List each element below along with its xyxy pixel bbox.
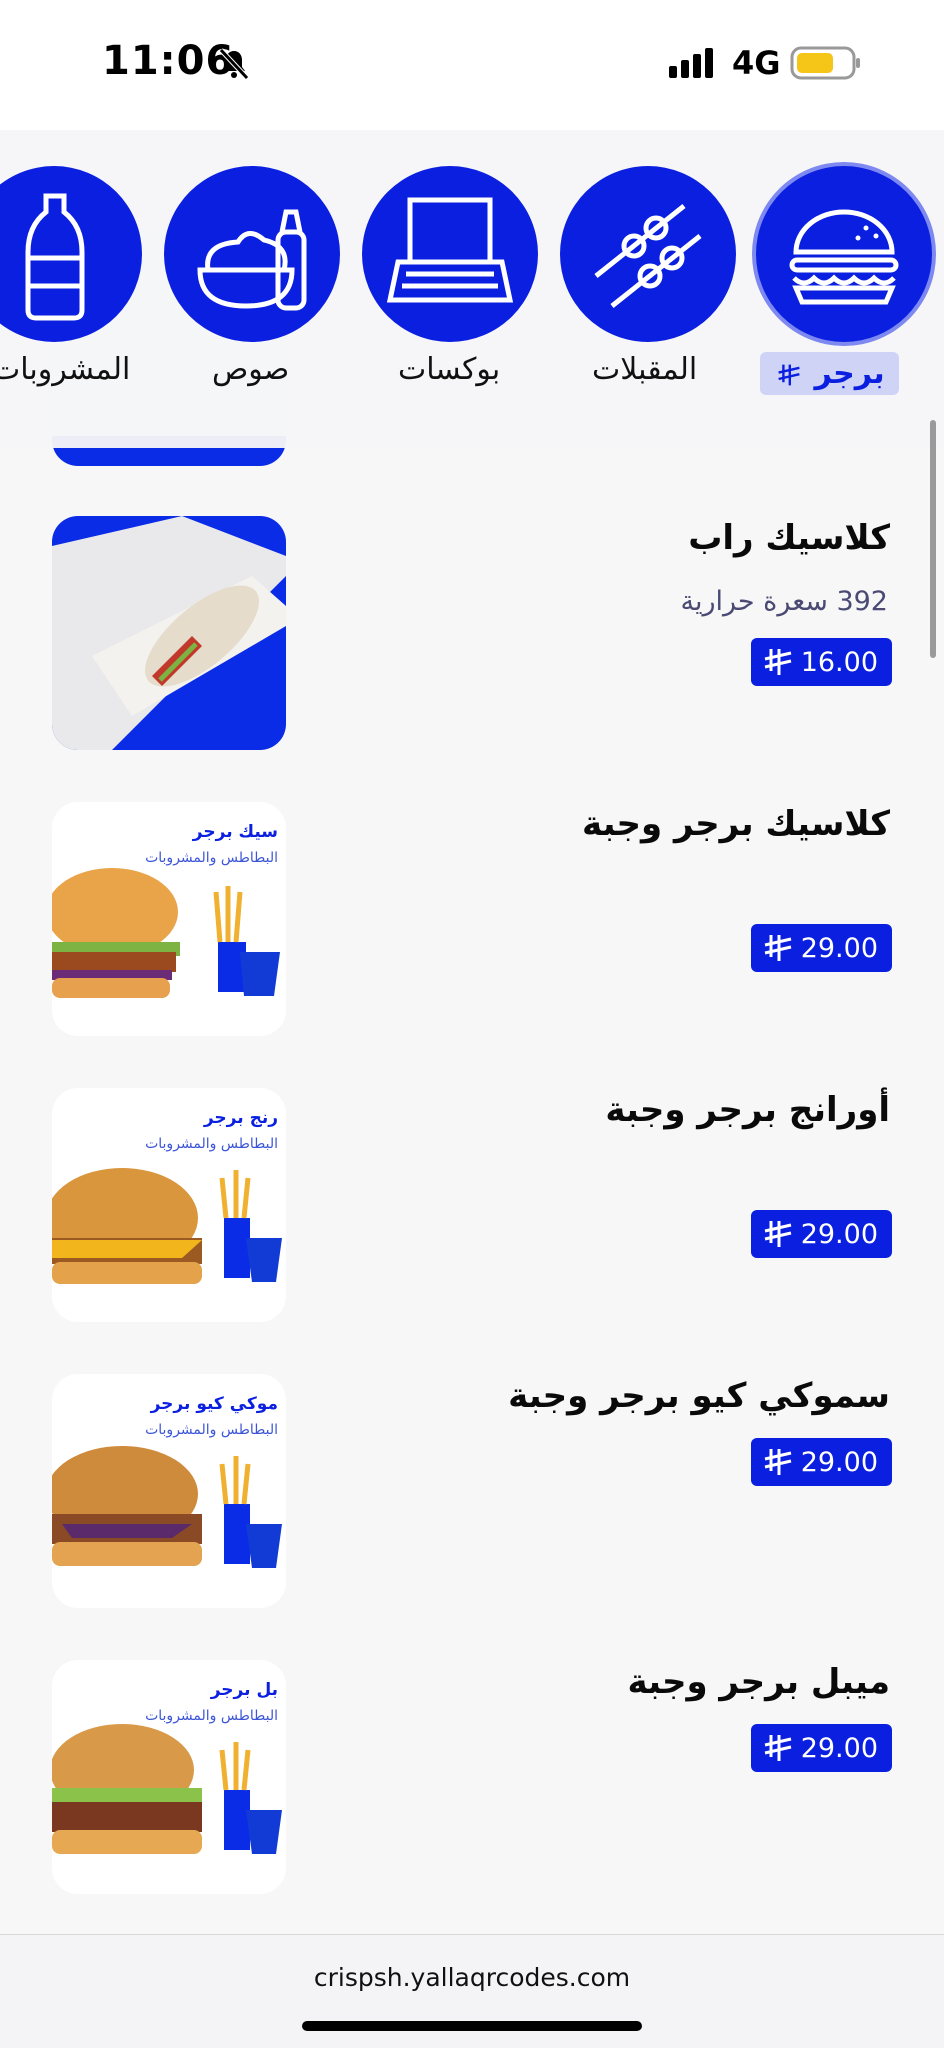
- item-image: بل برجر البطاطس والمشروبات: [52, 1660, 286, 1894]
- sauce-icon: [197, 209, 307, 311]
- home-indicator[interactable]: [302, 2021, 642, 2031]
- burger-meal-image: [52, 1168, 282, 1284]
- menu-item[interactable]: بل برجر البطاطس والمشروبات ميبل برجر وجب…: [0, 1660, 944, 1946]
- category-drinks[interactable]: [0, 166, 142, 342]
- item-title: كلاسيك راب: [688, 518, 890, 558]
- battery-icon: [790, 46, 860, 80]
- bell-muted-icon: [219, 48, 249, 80]
- scrollbar[interactable]: [930, 420, 936, 658]
- item-image: سيك برجر البطاطس والمشروبات: [52, 802, 286, 1036]
- price-badge[interactable]: 29.00: [750, 1724, 892, 1772]
- category-label-sauce[interactable]: صوص: [212, 352, 289, 387]
- category-label-boxes[interactable]: بوكسات: [398, 352, 500, 387]
- box-icon: [386, 197, 514, 303]
- menu-item[interactable]: رنج برجر البطاطس والمشروبات أورانج برجر …: [0, 1088, 944, 1374]
- category-burger[interactable]: [756, 166, 932, 342]
- menu-item[interactable]: كلاسيك راب 392 سعرة حرارية 16.00: [0, 516, 944, 802]
- category-appetizers[interactable]: [560, 166, 736, 342]
- burger-icon: [789, 209, 899, 305]
- item-title: سموكي كيو برجر وجبة: [508, 1376, 890, 1416]
- status-bar: 11:06 4G: [0, 0, 944, 130]
- item-image: رنج برجر البطاطس والمشروبات: [52, 1088, 286, 1322]
- wrap-image: [52, 516, 286, 750]
- menu-page: 11:06 4G كلاسيك راب 392 سعرة حرارية 16.0…: [0, 0, 944, 2048]
- item-title: كلاسيك برجر وجبة: [582, 804, 890, 844]
- riyal-icon: [778, 364, 800, 385]
- menu-item[interactable]: موكي كيو برجر البطاطس والمشروبات سموكي ك…: [0, 1374, 944, 1660]
- item-calories: 392 سعرة حرارية: [680, 586, 888, 617]
- price-value: 29.00: [800, 1446, 878, 1478]
- riyal-icon: [764, 935, 792, 961]
- burger-meal-image: [52, 868, 280, 998]
- riyal-icon: [764, 1449, 792, 1475]
- price-badge[interactable]: 29.00: [750, 1438, 892, 1486]
- item-image: موكي كيو برجر البطاطس والمشروبات: [52, 1374, 286, 1608]
- item-title: أورانج برجر وجبة: [605, 1090, 890, 1130]
- category-label-appetizers[interactable]: المقبلات: [592, 352, 697, 387]
- category-label-burger[interactable]: برجر: [760, 352, 899, 395]
- browser-url-bar[interactable]: crispsh.yallaqrcodes.com: [0, 1934, 944, 2048]
- drink-bottle-icon: [25, 193, 85, 321]
- price-badge[interactable]: 29.00: [750, 1210, 892, 1258]
- riyal-icon: [764, 649, 792, 675]
- riyal-icon: [764, 1735, 792, 1761]
- price-value: 16.00: [800, 646, 878, 678]
- url-text[interactable]: crispsh.yallaqrcodes.com: [0, 1963, 944, 1992]
- burger-meal-image: [52, 1724, 282, 1854]
- price-value: 29.00: [800, 932, 878, 964]
- skewers-icon: [594, 204, 702, 308]
- item-title: ميبل برجر وجبة: [627, 1662, 890, 1702]
- price-value: 29.00: [800, 1732, 878, 1764]
- category-boxes[interactable]: [362, 166, 538, 342]
- menu-item[interactable]: سيك برجر البطاطس والمشروبات كلاسيك برجر …: [0, 802, 944, 1088]
- signal-icon: [669, 48, 713, 78]
- price-value: 29.00: [800, 1218, 878, 1250]
- price-badge[interactable]: 16.00: [750, 638, 892, 686]
- status-time: 11:06: [102, 38, 235, 84]
- category-bar: برجر المقبلات بوكسات صوص المشروبات: [0, 130, 944, 448]
- price-badge[interactable]: 29.00: [750, 924, 892, 972]
- riyal-icon: [764, 1221, 792, 1247]
- item-image: [52, 516, 286, 750]
- category-sauce[interactable]: [164, 166, 340, 342]
- burger-meal-image: [52, 1446, 282, 1568]
- category-label-drinks[interactable]: المشروبات: [0, 352, 130, 387]
- network-type: 4G: [732, 44, 781, 82]
